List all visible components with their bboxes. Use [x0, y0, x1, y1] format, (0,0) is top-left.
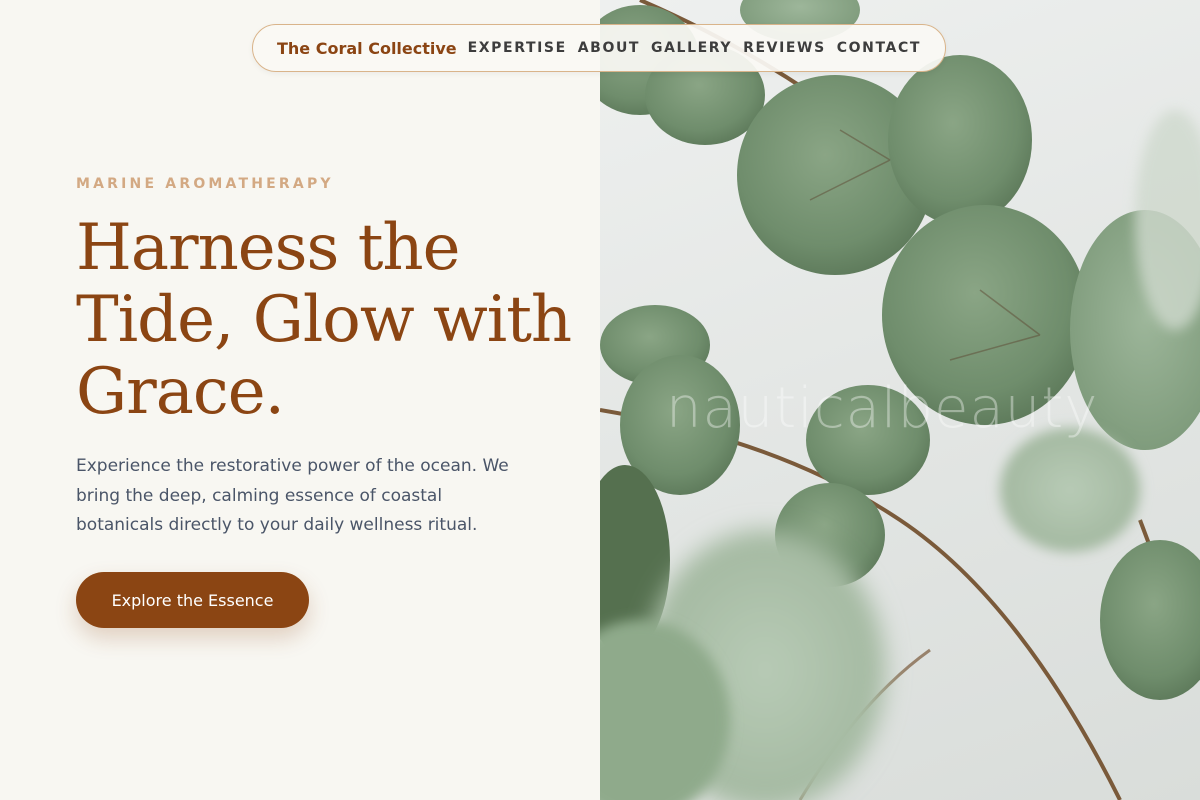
hero-eyebrow: MARINE AROMATHERAPY — [76, 176, 334, 192]
nav-link-about[interactable]: ABOUT — [578, 40, 640, 56]
nav-link-contact[interactable]: CONTACT — [837, 40, 921, 56]
nav-link-reviews[interactable]: REVIEWS — [743, 40, 826, 56]
top-nav: The Coral Collective EXPERTISE ABOUT GAL… — [252, 24, 946, 72]
hero-description: Experience the restorative power of the … — [76, 456, 509, 535]
landing-page: MARINE AROMATHERAPY Harness the Tide, Gl… — [0, 0, 1200, 800]
nav-link-expertise[interactable]: EXPERTISE — [468, 40, 567, 56]
hero-image: nauticalbeauty — [600, 0, 1200, 800]
nav-link-gallery[interactable]: GALLERY — [651, 40, 732, 56]
hero-text-panel: MARINE AROMATHERAPY Harness the Tide, Gl… — [0, 0, 600, 800]
hero-headline: Harness the Tide, Glow with Grace. — [76, 211, 572, 429]
explore-essence-button[interactable]: Explore the Essence — [76, 572, 309, 628]
image-watermark: nauticalbeauty — [666, 376, 1099, 441]
brand-logo-link[interactable]: The Coral Collective — [277, 39, 457, 58]
